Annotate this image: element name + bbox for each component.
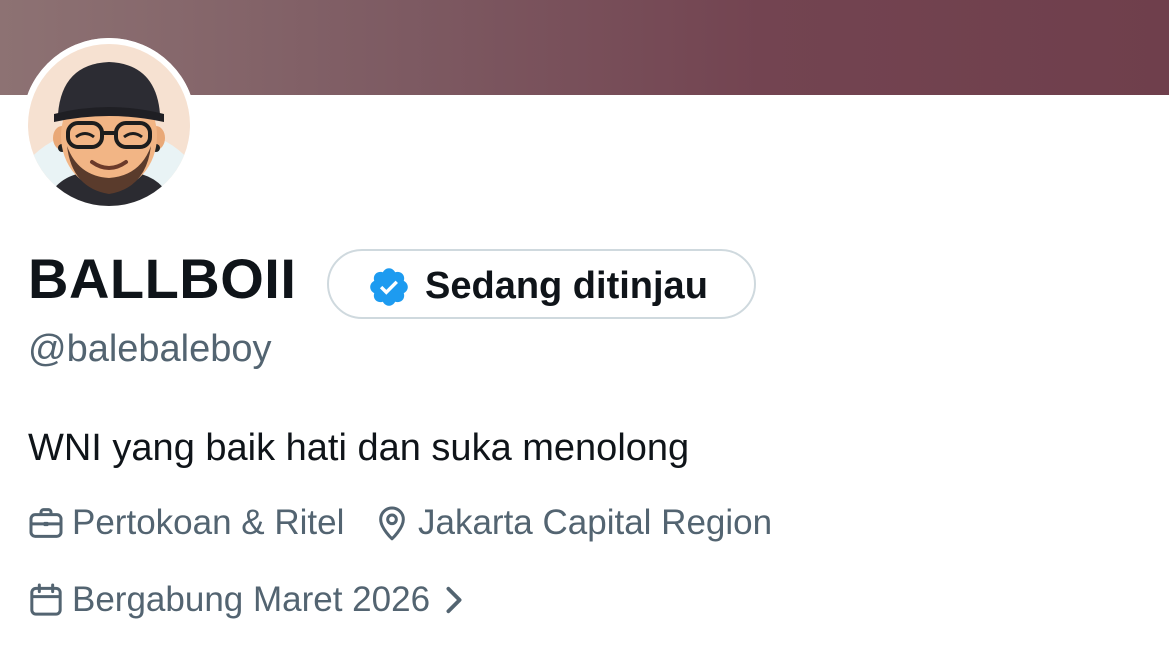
profile-joined-label: Bergabung Maret 2026 [72, 580, 431, 619]
verified-badge-icon [370, 268, 408, 306]
profile-location: Jakarta Capital Region [372, 501, 772, 545]
verification-status-button[interactable]: Sedang ditinjau [327, 249, 756, 319]
profile-bio: WNI yang baik hati dan suka menolong [28, 427, 690, 469]
verification-status-label: Sedang ditinjau [425, 265, 708, 307]
user-handle: @balebaleboy [28, 328, 272, 370]
calendar-icon [30, 583, 62, 616]
avatar[interactable] [22, 38, 196, 212]
profile-joined-date[interactable]: Bergabung Maret 2026 [26, 578, 466, 622]
map-pin-icon [379, 506, 405, 541]
avatar-illustration [22, 38, 196, 212]
profile-category[interactable]: Pertokoan & Ritel [26, 501, 344, 545]
display-name: BALLBOII [28, 247, 297, 310]
chevron-right-icon [446, 586, 462, 614]
profile-page: BALLBOII Sedang ditinjau @balebaleboy WN… [0, 0, 1169, 664]
profile-category-label: Pertokoan & Ritel [72, 503, 345, 542]
briefcase-icon [29, 508, 63, 538]
profile-location-label: Jakarta Capital Region [418, 503, 773, 542]
